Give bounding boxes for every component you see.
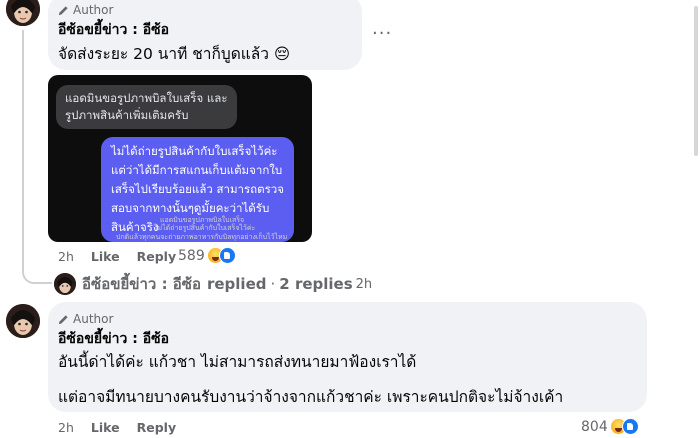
image-caption-3: ปกติแล้วทุกคนจะถ่ายภาพอาหารกับบิลทุกอย่า… [116,233,288,241]
reaction-summary[interactable]: 589 [178,247,236,264]
thread-line-curve [22,270,52,284]
commenter-name[interactable]: อีซ้อขยี้ข่าว : อีซ้อ [58,19,169,41]
avatar[interactable] [6,304,40,338]
avatar-image [6,304,40,338]
author-badge-label: Author [73,312,114,326]
separator: · [270,275,276,293]
pencil-icon [58,314,68,324]
comment-time[interactable]: 2h [58,420,74,435]
reaction-count: 589 [178,247,205,264]
like-button[interactable]: Like [91,420,120,435]
reply-author-name: อีซ้อขยี้ข่าว : อีซ้อ [82,275,201,293]
comment-time[interactable]: 2h [58,249,74,264]
replied-label: replied [206,275,267,293]
avatar-image [54,273,76,295]
reply-button[interactable]: Reply [137,249,176,264]
comment-text-line-2: แต่อาจมีทนายบางคนรับงานว่าจ้างจากแก้วชาค… [58,388,564,406]
reaction-count: 804 [581,418,608,435]
comments-section: Author อีซ้อขยี้ข่าว : อีซ้อ จัดส่งระยะ … [0,0,700,438]
author-badge: Author [58,312,113,326]
author-badge-label: Author [73,3,114,17]
like-reaction-icon [621,418,639,435]
avatar-image [6,0,40,26]
replies-row[interactable]: อีซ้อขยี้ข่าว : อีซ้อ replied · 2 replie… [54,272,372,296]
reaction-summary[interactable]: 804 [581,418,639,435]
comment-text: จัดส่งระยะ 20 นาที ชาก็บูดแล้ว 😔 [58,45,291,63]
replies-time: 2h [355,276,373,292]
author-badge: Author [58,3,113,17]
like-button[interactable]: Like [91,249,120,264]
scrollbar-thumb[interactable] [694,6,698,156]
commenter-name[interactable]: อีซ้อขยี้ข่าว : อีซ้อ [58,328,169,350]
chat-bubble-admin: แอดมินขอรูปภาพบิลใบเสร็จ และ รูปภาพสินค้… [56,85,237,129]
like-reaction-icon [218,247,236,264]
thread-line [22,30,24,272]
reply-avatar [54,273,76,295]
more-options-button[interactable]: ... [372,18,392,39]
pencil-icon [58,5,68,15]
comment-text-line-1: อันนี้ด่าได้ค่ะ แก้วชา ไม่สามารถส่งทนายม… [58,353,417,371]
comment-meta: 2h Like Reply [58,420,176,435]
avatar[interactable] [6,0,40,26]
comment-image[interactable]: แอดมินขอรูปภาพบิลใบเสร็จ และ รูปภาพสินค้… [48,75,312,242]
reply-button[interactable]: Reply [137,420,176,435]
comment-meta: 2h Like Reply [58,249,176,264]
replies-count: 2 replies [279,275,353,293]
